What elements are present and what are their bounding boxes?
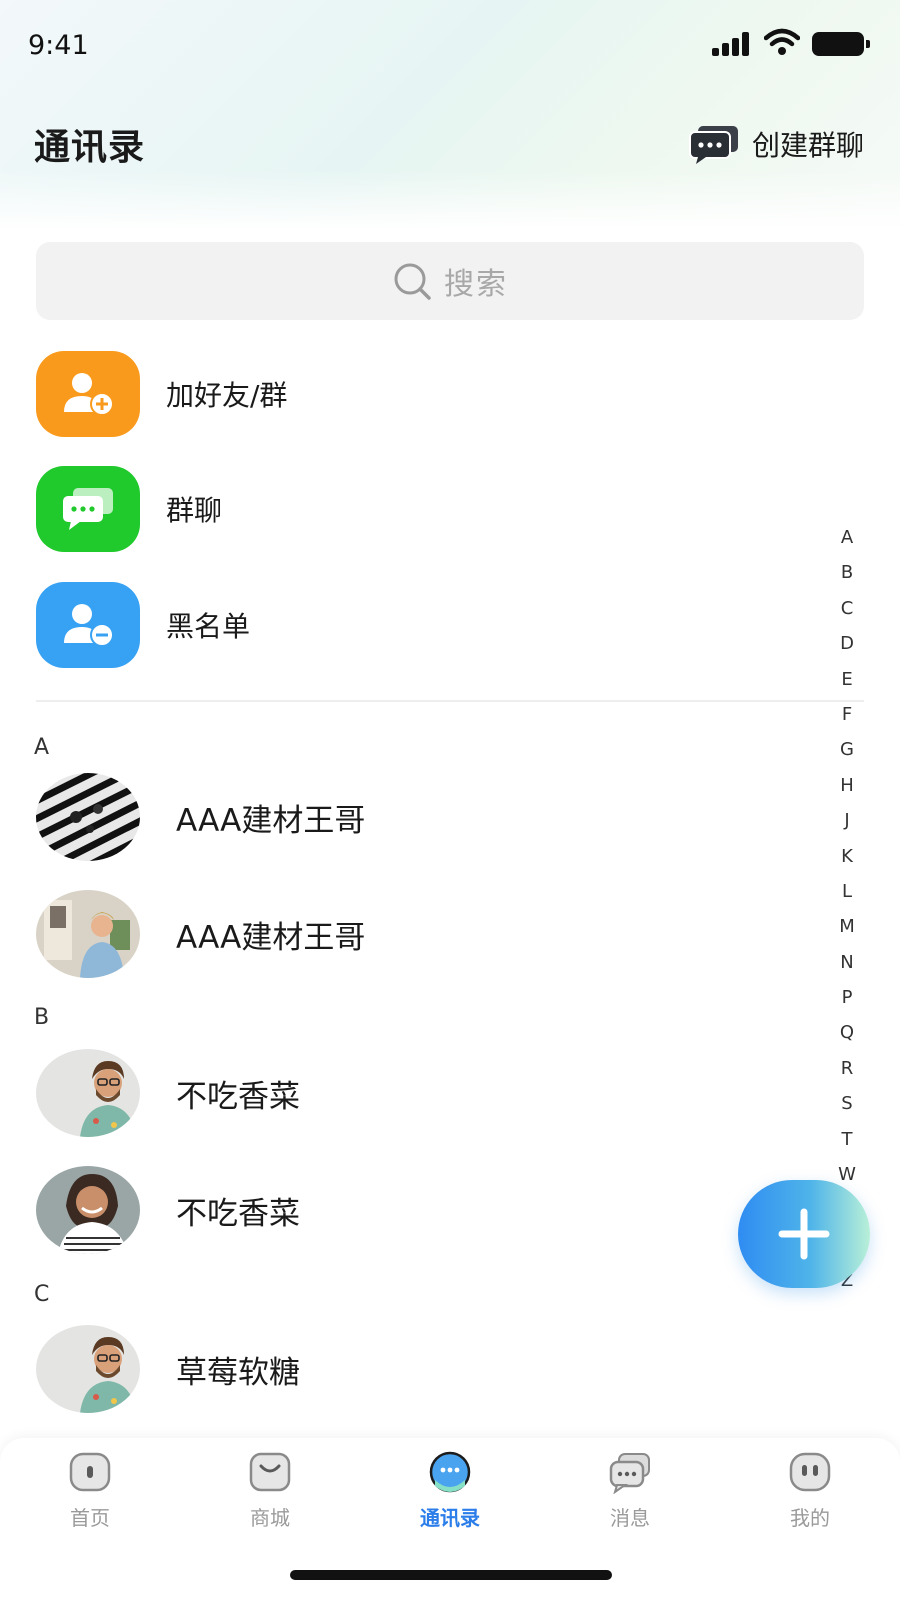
create-group-label: 创建群聊 <box>751 129 864 162</box>
section-header-b: B <box>34 1005 50 1030</box>
group-chat-icon-tile <box>36 466 140 552</box>
chat-bubbles-icon <box>688 126 738 164</box>
contact-row[interactable]: 草莓软糖 <box>36 1325 796 1413</box>
add-friend-label: 加好友/群 <box>166 379 288 412</box>
blacklist-row[interactable]: 黑名单 <box>36 582 836 668</box>
page-title: 通讯录 <box>34 127 146 168</box>
alpha-index-letter[interactable]: P <box>842 980 853 1015</box>
contact-name: AAA建材王哥 <box>176 802 366 839</box>
alpha-index-letter[interactable]: T <box>842 1122 853 1157</box>
search-placeholder: 搜索 <box>444 267 508 302</box>
cellular-signal-icon <box>712 32 752 56</box>
divider <box>36 700 864 702</box>
battery-icon <box>812 32 870 56</box>
contact-row[interactable]: AAA建材王哥 <box>36 890 796 978</box>
alpha-index-letter[interactable]: L <box>842 874 852 909</box>
home-indicator <box>290 1570 612 1580</box>
alpha-index-letter[interactable]: K <box>841 839 853 874</box>
avatar <box>36 890 140 978</box>
alpha-index-letter[interactable]: E <box>841 662 852 697</box>
alpha-index-letter[interactable]: F <box>842 697 852 732</box>
blacklist-label: 黑名单 <box>166 610 251 643</box>
remove-user-icon <box>64 604 114 647</box>
search-input[interactable]: 搜索 <box>36 242 864 320</box>
plus-icon <box>778 1208 830 1260</box>
nav-item-profile[interactable]: 我的 <box>750 1450 870 1550</box>
add-friend-row[interactable]: 加好友/群 <box>36 351 836 437</box>
nav-item-contacts[interactable]: 通讯录 <box>390 1450 510 1550</box>
add-user-icon <box>64 373 114 416</box>
alpha-index-letter[interactable]: R <box>841 1051 854 1086</box>
section-header-a: A <box>34 735 50 760</box>
alpha-index-letter[interactable]: B <box>841 555 853 590</box>
alpha-index-letter[interactable]: C <box>841 591 854 626</box>
alpha-index-letter[interactable]: S <box>841 1086 852 1121</box>
avatar <box>36 773 140 861</box>
alpha-index-letter[interactable]: A <box>841 520 853 555</box>
alpha-index-letter[interactable]: D <box>840 626 854 661</box>
nav-label: 通讯录 <box>420 1506 480 1530</box>
home-icon <box>69 1452 111 1492</box>
nav-label: 我的 <box>790 1506 830 1530</box>
contact-name: AAA建材王哥 <box>176 919 366 956</box>
status-time: 9:41 <box>28 30 89 61</box>
nav-label: 首页 <box>70 1506 110 1530</box>
nav-item-shop[interactable]: 商城 <box>210 1450 330 1550</box>
contact-row[interactable]: 不吃香菜 <box>36 1049 796 1137</box>
group-chat-row[interactable]: 群聊 <box>36 466 836 552</box>
alpha-index-letter[interactable]: G <box>840 732 854 767</box>
blacklist-icon-tile <box>36 582 140 668</box>
nav-label: 商城 <box>250 1506 290 1530</box>
alpha-index-letter[interactable]: H <box>840 768 854 803</box>
alpha-index-letter[interactable]: Q <box>840 1015 854 1050</box>
contact-name: 不吃香菜 <box>176 1078 300 1115</box>
nav-item-messages[interactable]: 消息 <box>570 1450 690 1550</box>
message-icon <box>609 1453 650 1494</box>
add-fab-button[interactable] <box>738 1180 870 1288</box>
group-chat-icon <box>63 488 113 530</box>
search-icon <box>394 263 431 300</box>
contact-name: 不吃香菜 <box>176 1195 300 1232</box>
section-header-c: C <box>34 1282 50 1307</box>
status-bar: 9:41 <box>0 0 900 90</box>
nav-item-home[interactable]: 首页 <box>30 1450 150 1550</box>
contact-name: 草莓软糖 <box>176 1354 300 1391</box>
avatar <box>36 1049 140 1137</box>
nav-label: 消息 <box>610 1506 650 1530</box>
alpha-index-letter[interactable]: J <box>844 803 849 838</box>
wifi-icon <box>764 28 800 55</box>
avatar <box>36 1166 140 1254</box>
avatar <box>36 1325 140 1413</box>
alpha-index-letter[interactable]: N <box>840 945 853 980</box>
contact-row[interactable]: 不吃香菜 <box>36 1166 796 1254</box>
profile-icon <box>789 1452 831 1492</box>
shop-bag-icon <box>249 1452 291 1492</box>
add-friend-icon-tile <box>36 351 140 437</box>
alphabet-index[interactable]: ABCDEFGHJKLMNPQRSTWXYZ <box>832 520 862 1299</box>
alpha-index-letter[interactable]: M <box>839 909 855 944</box>
contact-row[interactable]: AAA建材王哥 <box>36 773 796 861</box>
group-chat-label: 群聊 <box>166 494 223 527</box>
contacts-icon <box>429 1451 471 1493</box>
create-group-button[interactable]: 创建群聊 <box>688 120 864 168</box>
